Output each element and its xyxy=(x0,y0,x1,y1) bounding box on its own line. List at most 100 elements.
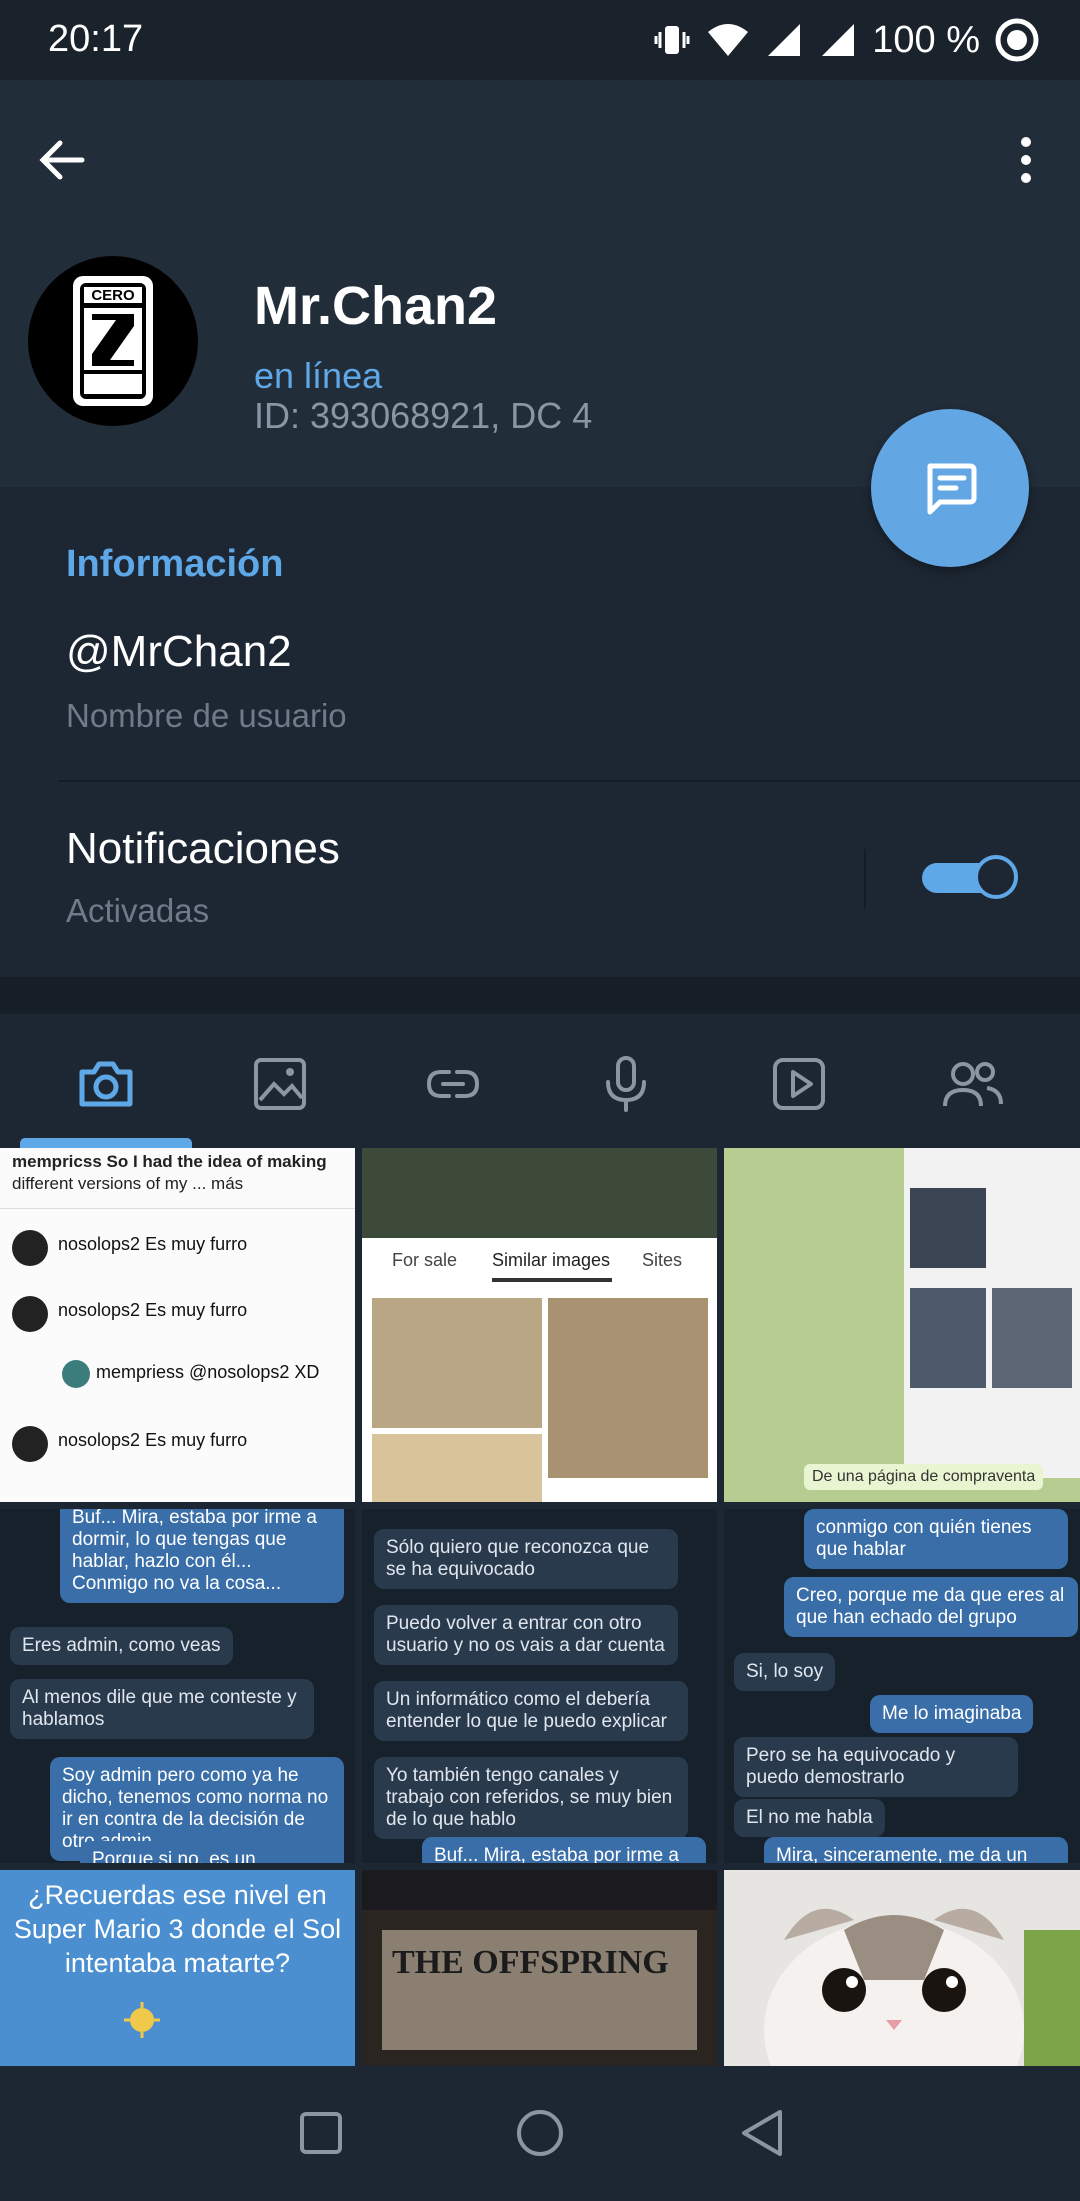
more-options-button[interactable] xyxy=(996,130,1056,190)
triangle-back-icon xyxy=(742,2110,782,2156)
chat-bubble: Sólo quiero que reconozca que se ha equi… xyxy=(374,1529,678,1589)
photo-strip xyxy=(362,1148,717,1238)
chat-bubble: Me lo imaginaba xyxy=(870,1695,1034,1733)
vibrate-icon xyxy=(654,26,690,54)
media-grid: mempricss So I had the idea of making di… xyxy=(0,1148,1080,2066)
signal-icon-2 xyxy=(822,24,855,56)
chat-bubble: Si, lo soy xyxy=(734,1653,836,1691)
message-button[interactable] xyxy=(871,409,1029,567)
recents-button[interactable] xyxy=(291,2103,351,2163)
battery-level: 100 % xyxy=(872,18,980,61)
thumb-text: nosolops2 Es muy furro xyxy=(58,1300,248,1320)
back-button[interactable] xyxy=(32,130,92,190)
sun-icon xyxy=(124,2002,160,2038)
more-vertical-icon xyxy=(1021,137,1031,183)
media-thumb-7[interactable]: ¿Recuerdas ese nivel en Super Mario 3 do… xyxy=(0,1870,355,2066)
wifi-icon xyxy=(708,24,749,56)
arrow-left-icon xyxy=(39,140,85,180)
tab-groups[interactable] xyxy=(937,1048,1009,1120)
online-status: en línea xyxy=(254,355,383,396)
tab-voice[interactable] xyxy=(590,1048,662,1120)
chat-bubble: Mira, sinceramente, me da un xyxy=(764,1837,1068,1863)
media-thumb-9[interactable] xyxy=(724,1870,1080,2066)
info-title: Información xyxy=(66,543,284,585)
comment-avatar xyxy=(12,1296,48,1332)
system-nav-bar xyxy=(0,2066,1080,2201)
thumb-caption: De una página de compraventa xyxy=(804,1464,1044,1490)
comment-avatar xyxy=(12,1426,48,1462)
message-icon xyxy=(927,463,977,515)
image-icon xyxy=(254,1058,306,1110)
tab-links[interactable] xyxy=(417,1048,489,1120)
tab-videos[interactable] xyxy=(763,1048,835,1120)
divider xyxy=(58,780,1080,782)
back-nav-button[interactable] xyxy=(732,2103,792,2163)
photo-strip xyxy=(362,1870,717,1910)
chat-bubble: Creo, porque me da que eres al que han e… xyxy=(784,1577,1078,1637)
notifications-toggle[interactable] xyxy=(922,855,1018,899)
thumb-text: nosolops2 Es muy furro xyxy=(58,1234,248,1254)
chat-bubble: El no me habla xyxy=(734,1799,885,1837)
circle-icon xyxy=(517,2110,563,2156)
group-icon xyxy=(943,1062,1003,1107)
toggle-knob xyxy=(974,855,1018,899)
thumb-text: different versions of my ... más xyxy=(12,1174,244,1193)
thumb-text: mempriess @nosolops2 XD xyxy=(96,1362,320,1382)
video-icon xyxy=(773,1058,825,1110)
photo-b xyxy=(548,1298,708,1478)
photo-a xyxy=(910,1188,986,1268)
media-thumb-1[interactable]: mempricss So I had the idea of making di… xyxy=(0,1148,355,1502)
chat-bubble: Yo también tengo canales y trabajo con r… xyxy=(374,1757,688,1839)
chat-bubble: Un informático como el debería entender … xyxy=(374,1681,688,1741)
thumb-text: Similar images xyxy=(492,1250,611,1270)
tab-photos[interactable] xyxy=(244,1048,316,1120)
vertical-divider xyxy=(864,849,866,909)
divider xyxy=(0,1208,355,1209)
chat-bubble: conmigo con quién tienes que hablar xyxy=(804,1509,1068,1569)
avatar-text: CERO xyxy=(91,287,135,304)
home-button[interactable] xyxy=(510,2103,570,2163)
microphone-icon xyxy=(606,1056,646,1112)
link-icon xyxy=(426,1070,480,1098)
thumb-text: nosolops2 Es muy furro xyxy=(58,1430,248,1450)
signal-icon xyxy=(768,24,801,56)
media-thumb-3[interactable]: De una página de compraventa xyxy=(724,1148,1080,1502)
thumb-text: THE OFFSPRING xyxy=(392,1944,669,1981)
media-thumb-5[interactable]: Sólo quiero que reconozca que se ha equi… xyxy=(362,1509,717,1863)
thumb-text: Sites xyxy=(642,1250,683,1270)
record-icon xyxy=(995,18,1039,62)
tab-underline xyxy=(492,1278,612,1282)
photo-c xyxy=(992,1288,1072,1388)
media-thumb-2[interactable]: For sale Similar images Sites xyxy=(362,1148,717,1502)
cero-logo: CERO xyxy=(73,276,153,406)
photo-b xyxy=(910,1288,986,1388)
comment-avatar xyxy=(62,1360,90,1388)
chat-bubble: Buf... Mira, estaba por irme a xyxy=(422,1837,706,1863)
avatar[interactable]: CERO xyxy=(28,256,198,426)
status-time: 20:17 xyxy=(48,18,144,60)
chat-bubble: Pero se ha equivocado y puedo demostrarl… xyxy=(734,1737,1018,1797)
media-tabs xyxy=(0,1014,1080,1148)
media-thumb-6[interactable]: conmigo con quién tienes que hablar Creo… xyxy=(724,1509,1080,1863)
profile-name: Mr.Chan2 xyxy=(254,276,498,336)
chat-bubble: Puedo volver a entrar con otro usuario y… xyxy=(374,1605,678,1665)
chat-bubble: Buf... Mira, estaba por irme a dormir, l… xyxy=(60,1509,344,1603)
notifications-title[interactable]: Notificaciones xyxy=(66,824,340,874)
media-thumb-4[interactable]: Buf... Mira, estaba por irme a dormir, l… xyxy=(0,1509,355,1863)
thumb-text: mempricss So I had the idea of making xyxy=(12,1152,327,1171)
section-gap xyxy=(0,977,1080,1014)
thumb-text: For sale xyxy=(392,1250,458,1270)
comment-avatar xyxy=(12,1230,48,1266)
status-bar: 20:17 100 % xyxy=(0,0,1080,80)
user-id: ID: 393068921, DC 4 xyxy=(254,395,593,436)
photo-a xyxy=(372,1298,542,1428)
chat-bubble: Al menos dile que me conteste y hablamos xyxy=(10,1679,314,1739)
cat-photo xyxy=(764,1908,1080,2066)
tab-media[interactable] xyxy=(70,1048,142,1120)
username-value[interactable]: @MrChan2 xyxy=(66,627,292,677)
media-thumb-8[interactable]: THE OFFSPRING xyxy=(362,1870,717,2066)
status-icons: 100 % xyxy=(652,14,1040,66)
chat-bubble: Eres admin, como veas xyxy=(10,1627,233,1665)
chat-bubble: Porque si no, es un despiporre xyxy=(80,1841,344,1863)
thumb-text: ¿Recuerdas ese nivel en Super Mario 3 do… xyxy=(13,1880,342,1978)
